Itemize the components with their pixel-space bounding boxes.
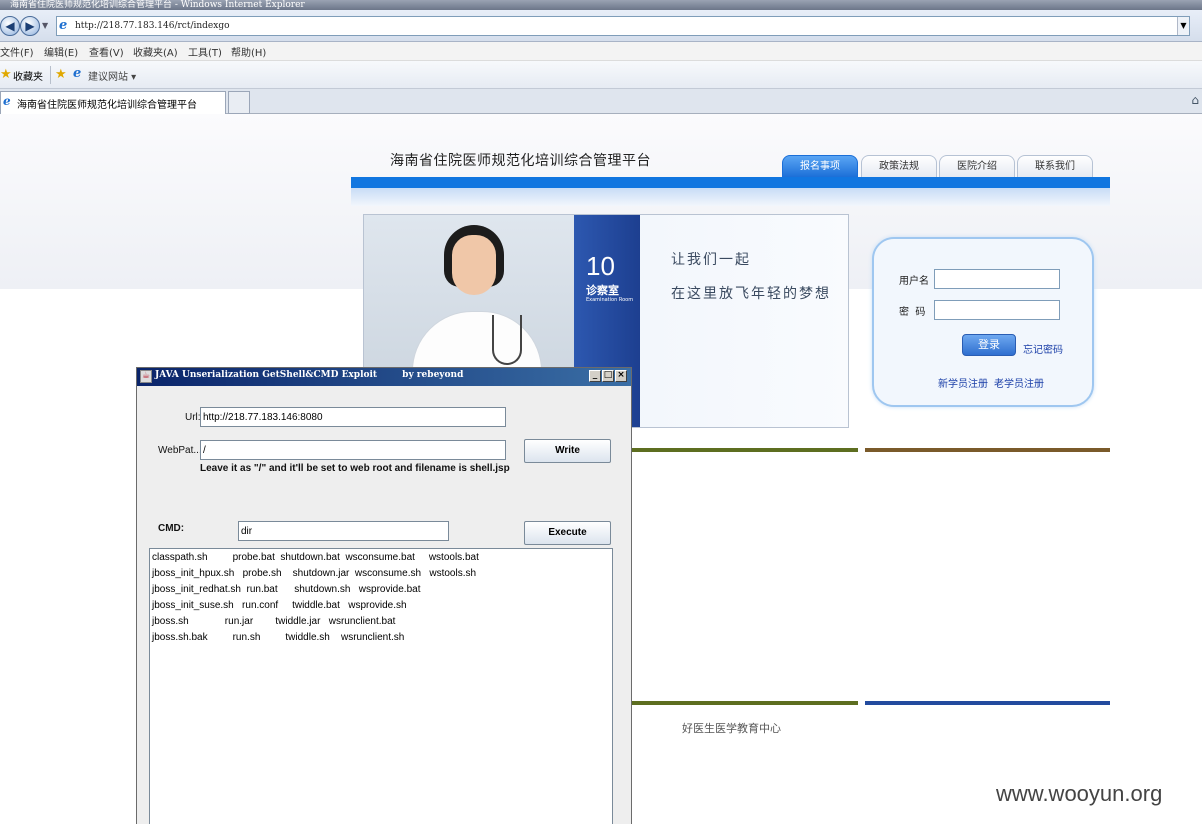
address-field[interactable]: e http://218.77.183.146/rct/indexgo ▼ [56,16,1190,36]
section-divider [865,448,1110,452]
write-button[interactable]: Write [524,439,611,463]
chevron-down-icon[interactable]: ▼ [42,21,48,30]
address-url[interactable]: http://218.77.183.146/rct/indexgo [75,19,230,34]
room-sublabel: Examination Room [586,297,634,303]
minimize-button[interactable]: _ [589,370,601,382]
menu-favorites[interactable]: 收藏夹(A) [133,44,178,59]
cmd-label: CMD: [158,523,185,534]
output-line: jboss_init_hpux.sh probe.sh shutdown.jar… [152,568,477,579]
output-line: jboss_init_redhat.sh run.bat shutdown.sh… [152,584,421,595]
suggested-sites-button[interactable]: 建议网站 ▾ [88,68,136,83]
execute-button[interactable]: Execute [524,521,611,545]
login-button[interactable]: 登录 [962,334,1016,356]
maximize-button[interactable]: □ [602,370,614,382]
star-icon[interactable]: ★ [0,67,12,82]
stethoscope-icon [492,315,522,365]
nav-tab-registration[interactable]: 报名事项 [782,155,858,177]
home-icon[interactable]: ⌂ [1191,93,1199,107]
ie-icon: e [59,18,68,33]
site-title: 海南省住院医师规范化培训综合管理平台 [390,153,651,169]
output-line: jboss.sh run.jar twiddle.jar wsrunclient… [152,616,396,627]
menu-file[interactable]: 文件(F) [0,44,34,59]
password-label: 密 码 [899,307,926,318]
webpath-hint: Leave it as "/" and it'll be set to web … [200,463,510,474]
tab-title: 海南省住院医师规范化培训综合管理平台 [17,100,197,111]
menu-bar: 文件(F) 编辑(E) 查看(V) 收藏夹(A) 工具(T) 帮助(H) [0,42,1202,61]
webpath-label: WebPat... [158,445,202,456]
login-panel: 用户名 密 码 登录 忘记密码 新学员注册 老学员注册 [872,237,1094,407]
cmd-input[interactable] [238,521,449,541]
ie-icon: e [73,66,82,81]
favorites-bar: ★ 收藏夹 ★ e 建议网站 ▾ [0,61,1202,89]
menu-help[interactable]: 帮助(H) [231,44,266,59]
menu-edit[interactable]: 编辑(E) [44,44,78,59]
section-divider [630,701,858,705]
close-button[interactable]: × [615,370,627,382]
address-bar: ◀ ▶ ▼ e http://218.77.183.146/rct/indexg… [0,10,1202,42]
footer-link[interactable]: 好医生医学教育中心 [682,720,781,736]
nav-tab-contact[interactable]: 联系我们 [1017,155,1093,177]
new-tab-button[interactable] [228,91,250,114]
browser-tab[interactable]: e 海南省住院医师规范化培训综合管理平台 [0,91,226,114]
header-gradient [351,188,1110,206]
exploit-tool-window: ☕ JAVA Unserialization GetShell&CMD Expl… [136,367,632,824]
section-divider [630,448,858,452]
forward-button[interactable]: ▶ [20,16,40,36]
exploit-window-titlebar[interactable]: ☕ JAVA Unserialization GetShell&CMD Expl… [137,368,631,386]
url-label: Url: [185,412,201,423]
slogan-line-1: 让我们一起 [671,252,751,268]
exploit-window-title: JAVA Unserialization GetShell&CMD Exploi… [155,370,464,380]
old-student-register-link[interactable]: 老学员注册 [994,375,1044,390]
nav-tab-hospital[interactable]: 医院介绍 [939,155,1015,177]
section-divider [865,701,1110,705]
doctor-face [452,235,496,295]
favorites-button[interactable]: 收藏夹 [13,68,43,83]
address-dropdown-icon[interactable]: ▼ [1177,17,1189,35]
header-bar [351,177,1110,188]
java-icon: ☕ [140,370,152,383]
room-label: 诊察室 [586,284,619,297]
ie-icon: e [3,94,11,108]
forgot-password-link[interactable]: 忘记密码 [1023,341,1063,356]
url-input[interactable] [200,407,506,427]
webpath-input[interactable] [200,440,506,460]
username-input[interactable] [934,269,1060,289]
command-output[interactable]: classpath.sh probe.bat shutdown.bat wsco… [149,548,613,824]
room-number: 10 [586,251,615,281]
slogan-line-2: 在这里放飞年轻的梦想 [671,286,831,302]
tab-bar: e 海南省住院医师规范化培训综合管理平台 ⌂ [0,89,1202,114]
output-line: jboss_init_suse.sh run.conf twiddle.bat … [152,600,407,611]
browser-title-bar: 海南省住院医师规范化培训综合管理平台 - Windows Internet Ex… [0,0,1202,10]
username-label: 用户名 [899,276,929,287]
add-favorite-icon[interactable]: ★ [55,67,67,82]
output-line: classpath.sh probe.bat shutdown.bat wsco… [152,552,479,563]
password-input[interactable] [934,300,1060,320]
separator [50,66,51,84]
menu-view[interactable]: 查看(V) [89,44,124,59]
watermark: www.wooyun.org [996,781,1163,806]
menu-tools[interactable]: 工具(T) [188,44,222,59]
nav-tab-policy[interactable]: 政策法规 [861,155,937,177]
back-button[interactable]: ◀ [0,16,20,36]
new-student-register-link[interactable]: 新学员注册 [938,375,988,390]
output-line: jboss.sh.bak run.sh twiddle.sh wsrunclie… [152,632,405,643]
